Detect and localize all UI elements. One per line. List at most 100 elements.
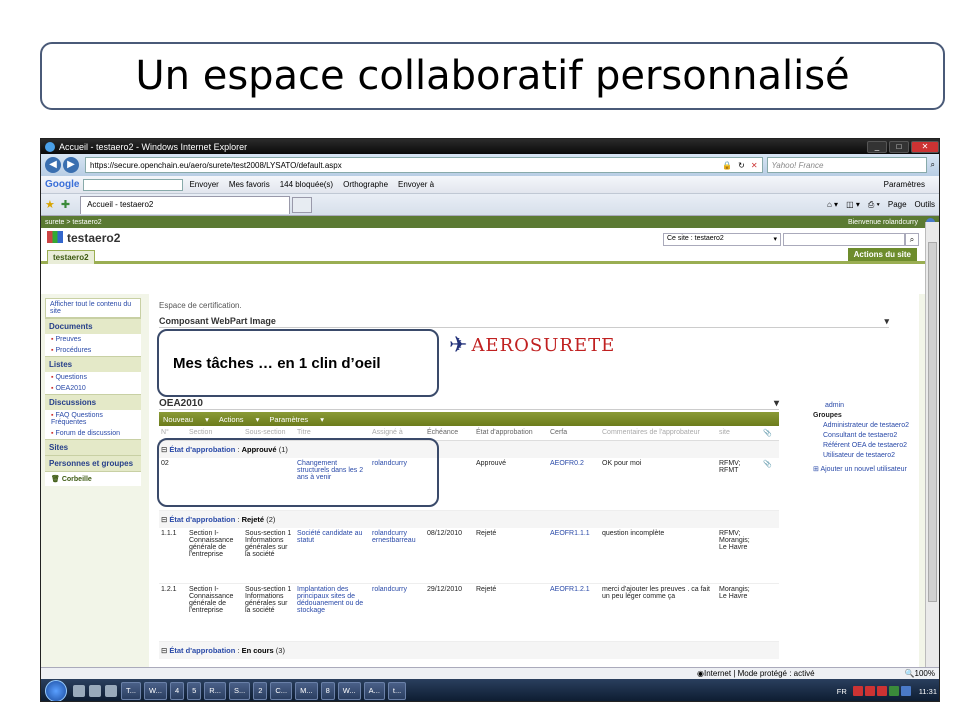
col-subsection[interactable]: Sous-section — [243, 426, 295, 441]
minimize-button[interactable]: _ — [867, 140, 887, 153]
col-assigned[interactable]: Assigné à — [370, 426, 425, 441]
start-button[interactable] — [45, 680, 67, 701]
taskbar-item[interactable]: 8 — [320, 682, 335, 700]
cell-cerfa-link[interactable]: AEOFR1.1.1 — [548, 527, 600, 584]
ql-section-people[interactable]: Personnes et groupes — [45, 455, 141, 471]
settings-button[interactable]: Paramètres — [884, 180, 925, 189]
ql-section-documents[interactable]: Documents — [45, 318, 141, 334]
taskbar-item[interactable]: 4 — [169, 682, 185, 700]
back-button[interactable]: ◀ — [45, 157, 61, 173]
list-title-text[interactable]: OEA2010 — [159, 398, 774, 409]
recycle-bin-link[interactable]: 🗑 Corbeille — [45, 471, 141, 486]
col-title[interactable]: Titre — [295, 426, 370, 441]
stop-icon[interactable]: ✕ — [751, 160, 758, 170]
settings-menu[interactable]: Paramètres ▾ — [269, 415, 324, 424]
tab-accueil[interactable]: Accueil - testaero2 — [80, 195, 291, 214]
cell-cerfa-link[interactable]: AEOFR0.2 — [548, 458, 600, 511]
taskbar-item[interactable]: C... — [270, 682, 293, 700]
popup-blocked-button[interactable]: 144 bloquée(s) — [280, 180, 333, 189]
taskbar-item[interactable]: 5 — [187, 682, 202, 700]
ql-item-procedures[interactable]: Procédures — [45, 345, 141, 356]
taskbar-item[interactable]: T... — [121, 682, 142, 700]
google-favorites-button[interactable]: Mes favoris — [229, 180, 270, 189]
new-tab-button[interactable] — [292, 196, 313, 213]
search-input[interactable]: Yahoo! France — [766, 157, 927, 173]
tray-icon[interactable] — [888, 686, 899, 696]
site-tab[interactable]: testaero2 — [47, 250, 95, 264]
ql-section-sites[interactable]: Sites — [45, 439, 141, 455]
security-zone[interactable]: Internet | Mode protégé : activé — [704, 669, 815, 678]
tray-icon[interactable] — [876, 686, 887, 696]
group-link[interactable]: Référent OEA de testaero2 — [813, 442, 913, 449]
close-button[interactable]: ✕ — [911, 140, 939, 153]
tray-icon[interactable] — [900, 686, 911, 696]
site-title[interactable]: testaero2 — [47, 231, 120, 245]
maximize-button[interactable]: □ — [889, 140, 909, 153]
clock[interactable]: 11:31 — [919, 687, 937, 696]
cell-cerfa-link[interactable]: AEOFR1.2.1 — [548, 583, 600, 642]
group-link[interactable]: Utilisateur de testaero2 — [813, 452, 913, 459]
ie-quicklaunch-icon[interactable] — [105, 685, 117, 697]
add-user-link[interactable]: ⊞ Ajouter un nouvel utilisateur — [813, 465, 913, 473]
taskbar-item[interactable]: R... — [204, 682, 226, 700]
tray-icon[interactable] — [864, 686, 875, 696]
group-link[interactable]: Administrateur de testaero2 — [813, 422, 913, 429]
ql-item-preuves[interactable]: Preuves — [45, 334, 141, 345]
site-search-input[interactable] — [783, 233, 905, 246]
taskbar-item[interactable]: W... — [337, 682, 361, 700]
ql-item-oea2010[interactable]: OEA2010 — [45, 383, 141, 394]
site-actions-menu[interactable]: Actions du site — [847, 248, 917, 261]
cell-assigned-link[interactable]: rolandcurry — [370, 458, 425, 511]
tray-icon[interactable] — [852, 686, 863, 696]
google-send-button[interactable]: Envoyer — [189, 180, 218, 189]
welcome-menu[interactable]: Bienvenue rolandcurry — [848, 219, 918, 226]
send-to-button[interactable]: Envoyer à — [398, 180, 434, 189]
zoom-level[interactable]: 100% — [915, 669, 935, 678]
cell-title-link[interactable]: Implantation des principaux sites de déd… — [295, 583, 370, 642]
scrollbar-thumb[interactable] — [928, 242, 937, 602]
tools-menu[interactable]: Outils — [915, 200, 935, 209]
search-icon[interactable]: ⌕ — [931, 160, 935, 170]
print-icon[interactable]: ⎙ ▾ — [868, 200, 880, 210]
feeds-icon[interactable]: ◫ ▾ — [846, 200, 860, 209]
url-input[interactable]: https://secure.openchain.eu/aero/surete/… — [85, 157, 763, 173]
group-en-cours[interactable]: ⊟ État d'approbation : En cours (3) — [159, 641, 779, 659]
taskbar-item[interactable]: t... — [387, 682, 407, 700]
group-rejete[interactable]: ⊟ État d'approbation : Rejeté (2) — [159, 509, 779, 528]
search-scope-select[interactable]: Ce site : testaero2 ▾ — [663, 233, 781, 246]
col-n[interactable]: N° — [159, 426, 187, 441]
show-desktop-icon[interactable] — [73, 685, 85, 697]
group-link[interactable]: Consultant de testaero2 — [813, 432, 913, 439]
cell-assigned-link[interactable]: rolandcurry — [370, 583, 425, 642]
cell-assigned-link[interactable]: rolandcurry ernestbarreau — [370, 527, 425, 584]
cell-title-link[interactable]: Société candidate au statut — [295, 527, 370, 584]
new-menu[interactable]: Nouveau ▾ — [163, 415, 209, 424]
spellcheck-button[interactable]: Orthographe — [343, 180, 388, 189]
col-status[interactable]: État d'approbation — [474, 426, 548, 441]
page-menu[interactable]: Page — [888, 200, 907, 209]
taskbar-item[interactable]: M... — [295, 682, 318, 700]
list-menu-icon[interactable]: ▾ — [774, 398, 779, 409]
ql-section-listes[interactable]: Listes — [45, 356, 141, 372]
ql-item-questions[interactable]: Questions — [45, 372, 141, 383]
home-icon[interactable]: ⌂ ▾ — [827, 200, 838, 209]
ql-item-forum[interactable]: Forum de discussion — [45, 428, 141, 439]
taskbar-item[interactable]: W... — [144, 682, 167, 700]
add-favorite-icon[interactable]: ✚ — [61, 198, 70, 211]
vertical-scrollbar[interactable] — [925, 222, 939, 667]
explorer-icon[interactable] — [89, 685, 101, 697]
col-section[interactable]: Section — [187, 426, 243, 441]
favorites-star-icon[interactable]: ★ — [45, 198, 55, 211]
ql-item-faq[interactable]: FAQ Questions Fréquentes — [45, 410, 141, 428]
actions-menu[interactable]: Actions ▾ — [219, 415, 259, 424]
col-site[interactable]: site — [717, 426, 761, 441]
cell-title-link[interactable]: Changement structurels dans les 2 ans à … — [295, 458, 370, 511]
webpart-menu-icon[interactable]: ▾ — [884, 316, 889, 327]
google-search-input[interactable] — [83, 178, 184, 191]
attachment-icon[interactable]: 📎 — [761, 458, 779, 511]
ql-section-discussions[interactable]: Discussions — [45, 394, 141, 410]
refresh-icon[interactable]: ↻ — [738, 160, 745, 170]
taskbar-item[interactable]: A... — [363, 682, 385, 700]
col-due[interactable]: Échéance — [425, 426, 474, 441]
admin-link[interactable]: admin — [813, 402, 913, 409]
